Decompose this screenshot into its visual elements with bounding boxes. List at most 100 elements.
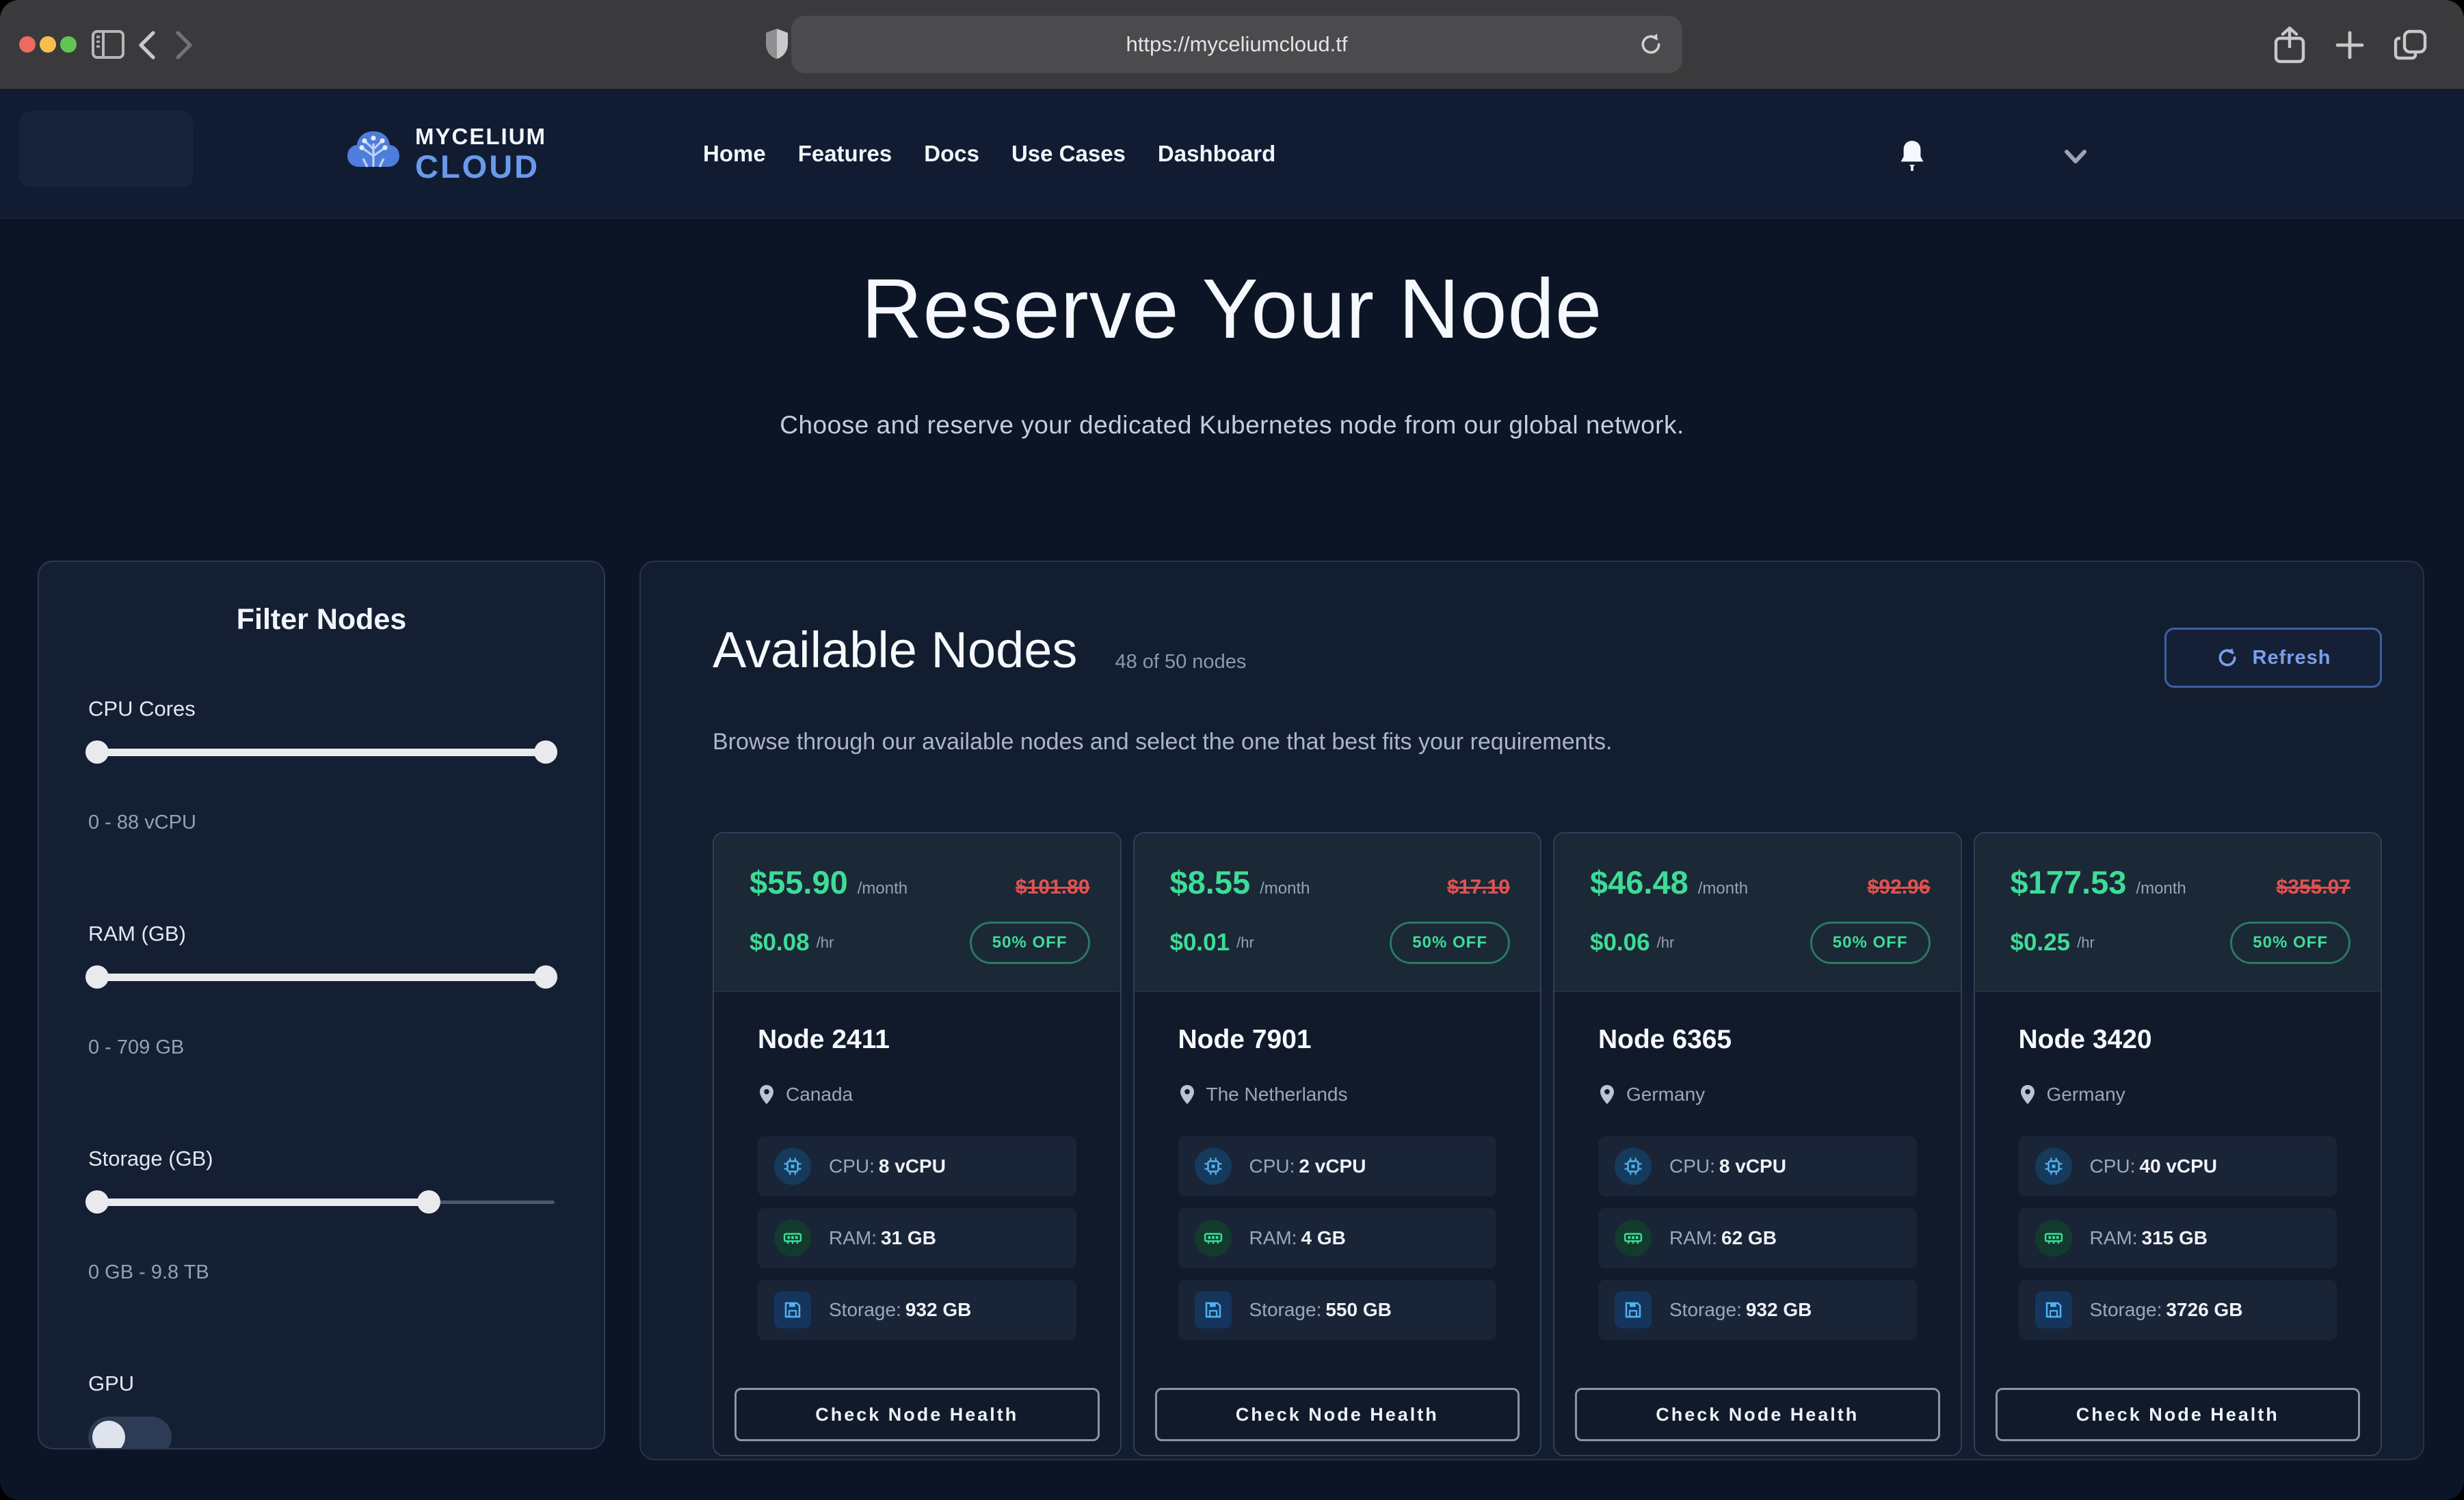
check-node-health-button[interactable]: Check Node Health <box>1575 1388 1940 1441</box>
monthly-price: $46.48 <box>1590 863 1688 901</box>
cpu-spec-row: CPU:40 vCPU <box>2019 1136 2337 1196</box>
nav-links: Home Features Docs Use Cases Dashboard <box>703 89 1275 219</box>
storage-label: Storage: <box>1249 1299 1322 1320</box>
nav-left-placeholder <box>19 111 194 187</box>
privacy-shield-icon[interactable] <box>765 27 789 60</box>
storage-value: 3726 GB <box>2166 1299 2242 1320</box>
ram-spec-row: RAM:31 GB <box>758 1208 1076 1268</box>
cpu-spec-row: CPU:8 vCPU <box>1598 1136 1917 1196</box>
hourly-price: $0.01 <box>1170 929 1230 956</box>
cpu-cores-slider[interactable] <box>88 740 555 764</box>
nodes-panel-title: Available Nodes <box>713 625 1077 675</box>
node-name: Node 7901 <box>1178 1025 1497 1055</box>
nav-link-home[interactable]: Home <box>703 141 766 167</box>
ram-value: 4 GB <box>1301 1227 1346 1248</box>
monthly-suffix: /month <box>2136 879 2186 898</box>
discount-badge: 50% OFF <box>2230 922 2350 964</box>
storage-slider-max-thumb[interactable] <box>417 1190 440 1214</box>
slider-active-track <box>88 749 555 756</box>
share-icon[interactable] <box>2272 25 2307 66</box>
gpu-toggle[interactable] <box>88 1417 172 1449</box>
original-price: $101.80 <box>1016 876 1089 899</box>
notifications-bell-icon[interactable] <box>1896 138 1929 174</box>
ram-icon <box>1615 1220 1652 1257</box>
cpu-icon <box>2035 1148 2072 1185</box>
node-location: The Netherlands <box>1206 1084 1348 1106</box>
card-pricing-header: $8.55 /month $17.10 $0.01 /hr 50% OFF <box>1135 833 1541 992</box>
storage-label: Storage (GB) <box>88 1147 555 1171</box>
reload-icon[interactable] <box>1637 31 1665 58</box>
tab-overview-icon[interactable] <box>2392 26 2430 64</box>
forward-icon[interactable] <box>172 30 196 60</box>
account-chevron-down-icon[interactable] <box>2064 149 2087 164</box>
browser-chrome: https://myceliumcloud.tf <box>0 0 2464 89</box>
cpu-slider-min-thumb[interactable] <box>85 740 109 764</box>
cpu-cores-label: CPU Cores <box>88 697 555 721</box>
storage-value: 550 GB <box>1325 1299 1392 1320</box>
brand-bottom-text: CLOUD <box>415 150 546 183</box>
node-name: Node 6365 <box>1598 1025 1917 1055</box>
ram-spec-row: RAM:315 GB <box>2019 1208 2337 1268</box>
node-location: Germany <box>1626 1084 1705 1106</box>
cpu-range-text: 0 - 88 vCPU <box>88 812 555 834</box>
back-icon[interactable] <box>135 30 159 60</box>
check-node-health-button[interactable]: Check Node Health <box>1155 1388 1520 1441</box>
hourly-suffix: /hr <box>1236 934 1254 952</box>
brand-logo[interactable]: MYCELIUM CLOUD <box>345 89 546 219</box>
check-node-health-button[interactable]: Check Node Health <box>734 1388 1100 1441</box>
node-location: Germany <box>2047 1084 2125 1106</box>
refresh-button-label: Refresh <box>2253 647 2331 669</box>
storage-slider-min-thumb[interactable] <box>85 1190 109 1214</box>
ram-spec-row: RAM:4 GB <box>1178 1208 1497 1268</box>
zoom-window-button[interactable] <box>60 36 77 53</box>
hourly-suffix: /hr <box>817 934 834 952</box>
storage-slider[interactable] <box>88 1190 555 1214</box>
new-tab-icon[interactable] <box>2333 29 2366 62</box>
original-price: $355.07 <box>2277 876 2350 899</box>
cpu-icon <box>1615 1148 1652 1185</box>
check-node-health-label: Check Node Health <box>815 1404 1018 1425</box>
nav-link-use-cases[interactable]: Use Cases <box>1011 141 1126 167</box>
slider-active-track <box>88 1198 429 1206</box>
site-navbar: MYCELIUM CLOUD Home Features Docs Use Ca… <box>0 89 2464 219</box>
minimize-window-button[interactable] <box>40 36 56 53</box>
node-cards-row: $55.90 /month $101.80 $0.08 /hr 50% OFF … <box>713 832 2382 1456</box>
cpu-label: CPU: <box>1249 1155 1295 1177</box>
refresh-icon <box>2216 646 2239 669</box>
brand-name: MYCELIUM CLOUD <box>415 125 546 183</box>
hourly-suffix: /hr <box>2077 934 2095 952</box>
refresh-button[interactable]: Refresh <box>2164 628 2382 688</box>
sidebar-toggle-icon[interactable] <box>92 30 124 59</box>
ram-value: 315 GB <box>2142 1227 2208 1248</box>
nav-link-docs[interactable]: Docs <box>924 141 979 167</box>
ram-slider[interactable] <box>88 965 555 989</box>
address-bar[interactable]: https://myceliumcloud.tf <box>791 16 1682 73</box>
nav-link-dashboard[interactable]: Dashboard <box>1158 141 1275 167</box>
ram-value: 62 GB <box>1721 1227 1777 1248</box>
url-text: https://myceliumcloud.tf <box>1126 32 1348 57</box>
original-price: $92.96 <box>1868 876 1931 899</box>
hero-section: Reserve Your Node Choose and reserve you… <box>0 219 2464 440</box>
close-window-button[interactable] <box>19 36 36 53</box>
cpu-icon <box>1195 1148 1232 1185</box>
card-pricing-header: $46.48 /month $92.96 $0.06 /hr 50% OFF <box>1554 833 1961 992</box>
ram-label: RAM: <box>1249 1227 1297 1248</box>
filter-panel-title: Filter Nodes <box>88 603 555 637</box>
node-name: Node 3420 <box>2019 1025 2337 1055</box>
gpu-label: GPU <box>88 1371 555 1396</box>
check-node-health-button[interactable]: Check Node Health <box>1996 1388 2361 1441</box>
hourly-price: $0.08 <box>750 929 810 956</box>
hourly-price: $0.25 <box>2011 929 2071 956</box>
discount-badge: 50% OFF <box>1390 922 1510 964</box>
gpu-toggle-knob <box>92 1421 125 1449</box>
cpu-slider-max-thumb[interactable] <box>534 740 557 764</box>
ram-spec-row: RAM:62 GB <box>1598 1208 1917 1268</box>
ram-slider-min-thumb[interactable] <box>85 965 109 989</box>
nav-link-features[interactable]: Features <box>798 141 892 167</box>
ram-slider-max-thumb[interactable] <box>534 965 557 989</box>
monthly-suffix: /month <box>1260 879 1310 898</box>
cpu-label: CPU: <box>1669 1155 1715 1177</box>
cpu-value: 2 vCPU <box>1299 1155 1366 1177</box>
check-node-health-label: Check Node Health <box>1236 1404 1439 1425</box>
node-card: $177.53 /month $355.07 $0.25 /hr 50% OFF… <box>1974 832 2383 1456</box>
